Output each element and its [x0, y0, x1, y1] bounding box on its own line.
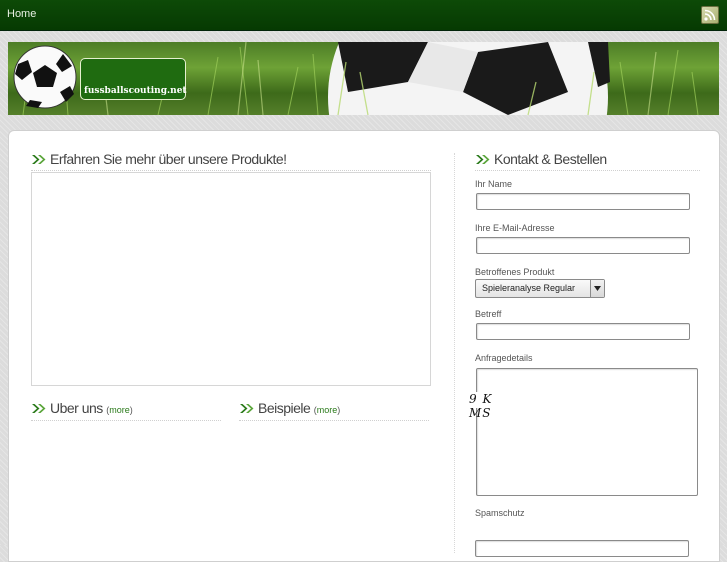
spam-label: Spamschutz [475, 508, 525, 518]
examples-heading: Beispiele (more) [239, 400, 340, 417]
product-label: Betroffenes Produkt [475, 267, 555, 277]
about-heading-rule [31, 420, 221, 421]
products-heading-text: Erfahren Sie mehr über unsere Produkte! [50, 151, 287, 167]
email-input[interactable] [476, 237, 690, 254]
details-textarea[interactable] [476, 368, 698, 496]
contact-heading-rule [475, 170, 700, 171]
subject-label: Betreff [475, 309, 502, 319]
double-chevron-icon [31, 152, 47, 168]
about-heading: Uber uns (more) [31, 400, 133, 417]
products-heading: Erfahren Sie mehr über unsere Produkte! [31, 151, 287, 168]
email-label: Ihre E-Mail-Adresse [475, 223, 555, 233]
examples-heading-rule [239, 420, 429, 421]
logo-text: fussballscouting.net [84, 86, 187, 96]
main-content: Erfahren Sie mehr über unsere Produkte! … [8, 130, 720, 562]
contact-heading: Kontakt & Bestellen [475, 151, 607, 168]
captcha-input[interactable] [475, 540, 689, 557]
products-heading-rule [31, 170, 431, 171]
contact-heading-text: Kontakt & Bestellen [494, 151, 607, 167]
about-more-link[interactable]: more [109, 405, 130, 415]
product-video-frame[interactable] [31, 172, 431, 386]
chevron-down-icon[interactable] [590, 280, 604, 297]
rss-feed-icon[interactable] [701, 6, 719, 24]
about-more: (more) [106, 405, 133, 415]
examples-more: (more) [313, 405, 341, 415]
nav-home-link[interactable]: Home [7, 8, 36, 20]
details-label: Anfragedetails [475, 353, 533, 363]
column-divider [454, 153, 455, 553]
top-navigation-bar: Home [0, 0, 727, 31]
subject-input[interactable] [476, 323, 690, 340]
double-chevron-icon [239, 401, 255, 417]
product-select[interactable]: Spieleranalyse Regular [475, 279, 605, 298]
name-label: Ihr Name [475, 179, 513, 189]
double-chevron-icon [31, 401, 47, 417]
about-heading-text: Uber uns [50, 400, 103, 416]
examples-more-link[interactable]: more [317, 405, 338, 415]
product-select-value: Spieleranalyse Regular [482, 283, 576, 293]
double-chevron-icon [475, 152, 491, 168]
header-banner: fussballscouting.net [8, 42, 719, 115]
captcha-image: 9 K MS [469, 392, 519, 420]
examples-heading-text: Beispiele [258, 400, 311, 416]
name-input[interactable] [476, 193, 690, 210]
